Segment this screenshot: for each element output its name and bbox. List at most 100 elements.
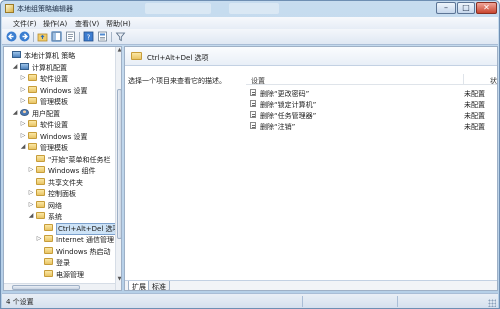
tree-item[interactable]: ▷ 软件设置 [4, 73, 116, 83]
tree-item[interactable]: ▷ 控制面板 [4, 188, 116, 198]
tree-item-label: 系统 [48, 213, 62, 221]
tree-item-label: 管理模板 [40, 144, 68, 152]
tab-standard[interactable]: 标准 [148, 281, 170, 290]
computer-icon [20, 62, 29, 70]
tree-item[interactable]: 共享文件夹 [4, 177, 116, 187]
tree-item[interactable]: ▷ 管理模板 [4, 96, 116, 106]
filter-icon[interactable] [115, 31, 126, 42]
tree-item[interactable]: "开始"菜单和任务栏 [4, 154, 116, 164]
tree-item[interactable]: ◢ 用户配置 [4, 108, 116, 118]
tree-scroll-thumb[interactable] [117, 89, 121, 239]
folder-icon [36, 166, 45, 173]
tree-item[interactable]: ▷ Internet 通信管理 [4, 234, 116, 244]
folder-icon [44, 223, 53, 231]
tree-item-label: Windows 组件 [48, 167, 96, 175]
folder-icon [28, 131, 37, 139]
expand-arrow-icon[interactable]: ▷ [20, 74, 26, 81]
status-bar: 4 个设置 [2, 293, 498, 308]
tree-item-label: 软件设置 [40, 121, 68, 129]
tree-item[interactable]: ▷ Windows 组件 [4, 165, 116, 175]
folder-icon [44, 258, 53, 265]
back-arrow-icon[interactable] [6, 31, 17, 42]
menu-help[interactable]: 帮助(H) [106, 19, 131, 29]
setting-row[interactable]: 删除“更改密码” 未配置 [246, 88, 497, 98]
tree-item[interactable]: 登录 [4, 257, 116, 267]
expand-arrow-icon[interactable]: ▷ [36, 235, 42, 242]
tree-hscroll-thumb[interactable] [12, 285, 80, 290]
tree-item-label: 管理模板 [40, 98, 68, 106]
setting-row[interactable]: 删除“任务管理器” 未配置 [246, 110, 497, 120]
show-hide-tree-icon[interactable] [51, 31, 62, 42]
tree-item[interactable]: 电源管理 [4, 269, 116, 279]
collapse-arrow-icon[interactable]: ◢ [20, 143, 26, 150]
tree-item[interactable]: ◢ 管理模板 [4, 142, 116, 152]
tree-item-label: Internet 通信管理 [56, 236, 115, 244]
expand-arrow-icon[interactable]: ▷ [20, 97, 26, 104]
expand-arrow-icon[interactable]: ▷ [20, 86, 26, 93]
folder-icon [44, 235, 53, 242]
folder-icon [36, 154, 45, 162]
collapse-arrow-icon[interactable]: ◢ [12, 109, 18, 116]
tree-item[interactable]: Ctrl+Alt+Del 选项 [4, 222, 121, 235]
title-bar[interactable]: 本地组策略编辑器 – □ ✕ [1, 1, 499, 16]
scroll-up-arrow-icon[interactable]: ▲ [116, 47, 121, 54]
window-title: 本地组策略编辑器 [17, 5, 73, 13]
setting-row[interactable]: 删除“锁定计算机” 未配置 [246, 99, 497, 109]
folder-up-icon[interactable] [37, 31, 48, 42]
folder-icon [36, 177, 45, 185]
tree-item-label: 计算机配置 [32, 63, 67, 72]
collapse-arrow-icon[interactable]: ◢ [12, 63, 18, 70]
toolbar: ? [2, 29, 498, 45]
menu-action[interactable]: 操作(A) [43, 19, 67, 29]
properties-view-icon[interactable] [97, 31, 108, 42]
tree-item[interactable]: ▷ Windows 设置 [4, 131, 116, 141]
expand-arrow-icon[interactable]: ▷ [20, 120, 26, 127]
folder-icon [44, 246, 53, 254]
minimize-button[interactable]: – [436, 2, 456, 14]
gpedit-app-icon [5, 4, 14, 13]
tree-item[interactable]: ◢ 系统 [4, 211, 116, 221]
folder-icon [28, 120, 37, 127]
toolbar-separator [79, 32, 80, 42]
tree-item[interactable]: ▷ 软件设置 [4, 119, 116, 129]
close-button[interactable]: ✕ [476, 2, 497, 14]
title-bar-glass-reflection [145, 3, 211, 14]
tree-item-label: "开始"菜单和任务栏 [48, 155, 111, 164]
setting-name: 删除“更改密码” [260, 90, 310, 98]
menu-file[interactable]: 文件(F) [13, 19, 37, 29]
tree-item-label: 本地计算机 策略 [24, 52, 76, 60]
toolbar-separator [33, 32, 34, 42]
tree-vertical-scrollbar[interactable]: ▲ ▼ [115, 47, 121, 290]
tree-item-label: 软件设置 [40, 75, 68, 83]
menu-view[interactable]: 查看(V) [75, 19, 99, 29]
setting-row[interactable]: 删除“注销” 未配置 [246, 121, 497, 131]
tree-item[interactable]: ▷ 网络 [4, 200, 116, 210]
tree-item-label: 登录 [56, 259, 70, 267]
column-header-state[interactable]: 状态 [464, 74, 497, 85]
resize-grip-icon[interactable] [488, 299, 496, 307]
collapse-arrow-icon[interactable]: ◢ [28, 212, 34, 219]
tree-horizontal-scrollbar[interactable] [4, 283, 115, 290]
setting-state: 未配置 [464, 123, 485, 131]
tree-item[interactable]: ◢ 计算机配置 [4, 62, 116, 72]
scroll-down-arrow-icon[interactable]: ▼ [116, 276, 121, 283]
folder-icon [28, 143, 37, 150]
help-icon[interactable]: ? [83, 31, 94, 42]
expand-arrow-icon[interactable]: ▷ [20, 132, 26, 139]
tree-item-label: Ctrl+Alt+Del 选项 [56, 222, 121, 235]
tree-item-label: 共享文件夹 [48, 178, 83, 187]
forward-arrow-icon[interactable] [19, 31, 30, 42]
view-tabs: 扩展 标准 [125, 280, 497, 290]
expand-arrow-icon[interactable]: ▷ [28, 189, 34, 196]
expand-arrow-icon[interactable]: ▷ [28, 201, 34, 208]
setting-name: 删除“任务管理器” [260, 112, 317, 120]
export-list-icon[interactable] [65, 31, 76, 42]
tree-item[interactable]: ▷ Windows 设置 [4, 85, 116, 95]
expand-arrow-icon[interactable]: ▷ [28, 166, 34, 173]
tree-item[interactable]: 本地计算机 策略 [4, 50, 116, 60]
tree-item[interactable]: Windows 热启动 [4, 246, 116, 256]
tab-extended[interactable]: 扩展 [128, 281, 150, 290]
maximize-button[interactable]: □ [457, 2, 475, 14]
column-header-setting[interactable]: 设置 [246, 74, 463, 85]
setting-state: 未配置 [464, 112, 485, 120]
